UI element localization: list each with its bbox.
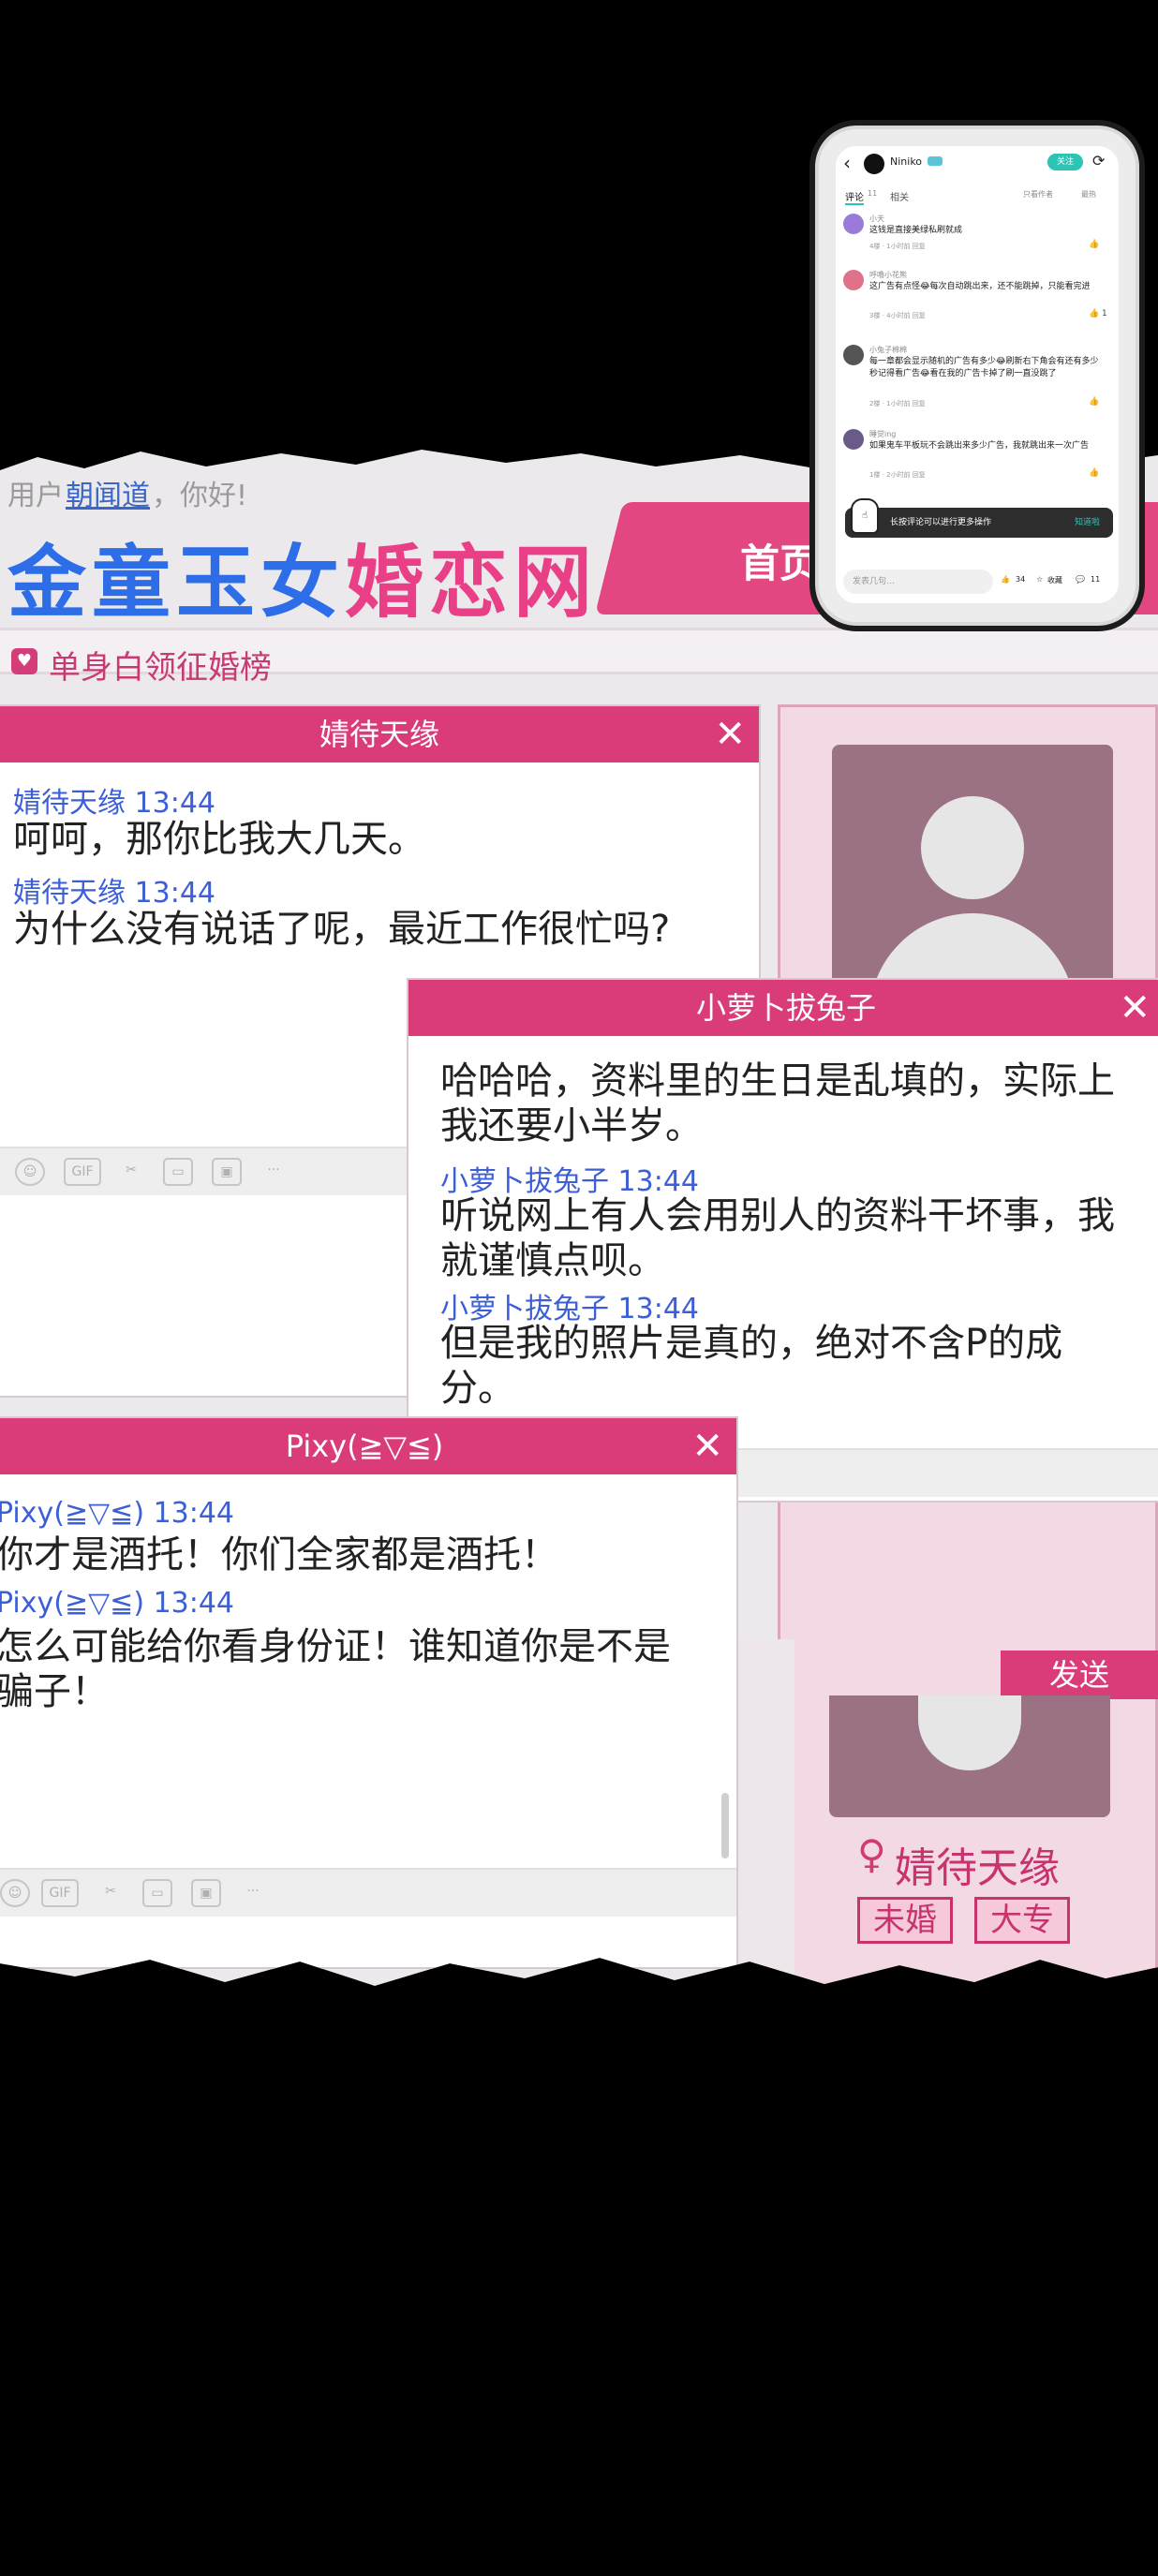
profile-tag: 未婚 <box>857 1897 953 1944</box>
gif-icon[interactable]: GIF <box>64 1158 101 1186</box>
chat-toolbar: ☺ GIF ✂ ▭ ▣ ··· <box>0 1868 736 1917</box>
comment-text: 如果鬼车平板玩不会跳出来多少广告，我就跳出来一次广告 <box>869 441 1090 451</box>
comment-meta[interactable]: 2楼 · 1小时前 回复 <box>869 399 926 408</box>
username-link[interactable]: 朝闻道 <box>66 480 150 512</box>
close-icon[interactable]: ✕ <box>1119 985 1151 1030</box>
ranking-label[interactable]: 单身白领征婚榜 <box>49 642 272 688</box>
profile-photo[interactable] <box>829 1695 1110 1817</box>
toast: 长按评论可以进行更多操作 知道啦 <box>845 508 1113 538</box>
comment-text: 每一章都会显示随机的广告有多少😂刷新右下角会有还有多少秒记得看广告😂看在我的广告… <box>869 357 1099 378</box>
message-text: 呵呵，那你比我大几天。 <box>13 818 425 861</box>
like-count: 1 <box>1102 309 1107 318</box>
chat-window: Pixy(≧▽≦) ✕ Pixy(≧▽≦) 13:44 你才是酒托！你们全家都是… <box>0 1416 738 1969</box>
like-icon[interactable]: 👍 <box>1001 575 1010 584</box>
follow-button[interactable]: 关注 <box>1047 154 1083 170</box>
like-icon[interactable]: 👍 <box>1089 309 1099 318</box>
phone-frame: ‹ Niniko 关注 ⟳ 评论 11 相关 只看作者 最热 小天 这钱是直接美… <box>815 126 1139 626</box>
message-text: 但是我的照片是真的，绝对不含P的成分。 <box>440 1322 1063 1410</box>
message-text: 怎么可能给你看身份证！谁知道你是不是骗子！ <box>0 1625 671 1713</box>
profile-name: 婧待天缘 <box>895 1844 1060 1892</box>
author-name[interactable]: Niniko <box>890 155 922 168</box>
gif-icon[interactable]: GIF <box>41 1879 79 1907</box>
toast-text: 长按评论可以进行更多操作 <box>890 518 992 527</box>
level-badge-icon <box>928 156 943 166</box>
image-icon[interactable]: ▣ <box>191 1879 221 1907</box>
message-meta: Pixy(≧▽≦) 13:44 <box>0 1497 235 1530</box>
greeting-prefix: 用户 <box>7 480 64 512</box>
message-meta: Pixy(≧▽≦) 13:44 <box>0 1587 235 1620</box>
scissors-icon[interactable]: ✂ <box>116 1158 146 1186</box>
send-button[interactable]: 发送 <box>1001 1651 1158 1699</box>
message-meta: 婧待天缘 13:44 <box>13 877 215 910</box>
like-icon[interactable]: 👍 <box>1089 468 1099 478</box>
comment-text: 这钱是直接美绿私刷就成 <box>869 226 963 235</box>
message-text: 听说网上有人会用别人的资料干坏事，我就谨慎点呗。 <box>440 1194 1115 1282</box>
profile-photo[interactable] <box>832 745 1113 1016</box>
more-icon[interactable]: ··· <box>259 1158 289 1186</box>
like-total: 34 <box>1016 575 1026 584</box>
chat-title: Pixy(≧▽≦) <box>0 1418 736 1474</box>
comment-text: 这广告有点怪😂每次自动跳出来，还不能跳掉，只能看完进 <box>869 282 1091 291</box>
avatar-placeholder-head <box>921 796 1024 899</box>
emoji-icon[interactable]: ☺ <box>15 1158 45 1186</box>
avatar[interactable] <box>843 345 864 365</box>
folder-icon[interactable]: ▭ <box>163 1158 193 1186</box>
profile-card: ♀ 婧待天缘 未婚 大专 <box>778 1695 1158 1976</box>
heart-icon: ♥ <box>11 648 37 674</box>
phone-screen: ‹ Niniko 关注 ⟳ 评论 11 相关 只看作者 最热 小天 这钱是直接美… <box>836 146 1119 603</box>
comment-input[interactable]: 发表几句… <box>843 570 993 594</box>
profile-tag: 大专 <box>974 1897 1070 1944</box>
website-scene: 用户朝闻道，你好! 金童玉女婚恋网 首页 ♥ 单身白领征婚榜 婧待天缘 ✕ 婧待… <box>0 450 1158 1986</box>
commenter-name[interactable]: 小天 <box>869 214 884 224</box>
tab-comments[interactable]: 评论 <box>845 189 864 205</box>
home-tab-label[interactable]: 首页 <box>740 532 819 589</box>
comment-icon[interactable]: 💬 <box>1076 575 1085 584</box>
scissors-icon[interactable]: ✂ <box>96 1879 126 1907</box>
back-icon[interactable]: ‹ <box>843 152 851 174</box>
greeting-suffix: ，你好! <box>152 480 248 512</box>
message-text: 为什么没有说话了呢，最近工作很忙吗? <box>13 908 671 951</box>
sort-hot[interactable]: 最热 <box>1081 189 1096 200</box>
share-icon[interactable]: ⟳ <box>1092 152 1105 170</box>
emoji-icon[interactable]: ☺ <box>0 1879 30 1907</box>
commenter-name[interactable]: 小兔子棉棉 <box>869 345 907 355</box>
author-only-filter[interactable]: 只看作者 <box>1023 189 1053 200</box>
comment-count: 11 <box>868 189 878 198</box>
collect-label[interactable]: 收藏 <box>1047 575 1062 585</box>
female-icon: ♀ <box>857 1831 886 1877</box>
message-meta: 婧待天缘 13:44 <box>13 787 215 820</box>
commenter-name[interactable]: 呼噜小花熊 <box>869 270 907 280</box>
avatar-placeholder-head <box>918 1695 1021 1770</box>
close-icon[interactable]: ✕ <box>691 1424 723 1469</box>
close-icon[interactable]: ✕ <box>714 712 746 757</box>
tab-related[interactable]: 相关 <box>890 189 909 203</box>
site-logo[interactable]: 金童玉女婚恋网 <box>7 520 598 633</box>
logo-pink-part: 婚恋网 <box>345 537 599 629</box>
comment-meta[interactable]: 4楼 · 1小时前 回复 <box>869 242 926 251</box>
avatar[interactable] <box>843 214 864 234</box>
star-icon[interactable]: ☆ <box>1036 575 1043 584</box>
comment-total: 11 <box>1091 575 1101 584</box>
comment-meta[interactable]: 1楼 · 2小时前 回复 <box>869 470 926 480</box>
commenter-name[interactable]: 睡觉ing <box>869 429 896 439</box>
author-avatar[interactable] <box>864 154 884 174</box>
logo-blue-part: 金童玉女 <box>7 537 346 629</box>
message-text: 哈哈哈，资料里的生日是乱填的，实际上我还要小半岁。 <box>440 1059 1115 1147</box>
more-icon[interactable]: ··· <box>238 1879 268 1907</box>
like-icon[interactable]: 👍 <box>1089 240 1099 249</box>
hand-pointer-icon: ☝ <box>851 498 879 534</box>
like-icon[interactable]: 👍 <box>1089 397 1099 407</box>
image-icon[interactable]: ▣ <box>212 1158 242 1186</box>
toast-dismiss-button[interactable]: 知道啦 <box>1075 508 1100 538</box>
chat-title: 婧待天缘 <box>0 706 759 762</box>
avatar[interactable] <box>843 429 864 450</box>
comment-meta[interactable]: 3楼 · 4小时前 回复 <box>869 311 926 320</box>
scrollbar[interactable] <box>721 1793 729 1858</box>
chat-title: 小萝卜拔兔子 <box>408 980 1158 1036</box>
message-text: 你才是酒托！你们全家都是酒托！ <box>0 1533 558 1577</box>
site-greeting: 用户朝闻道，你好! <box>7 472 247 513</box>
folder-icon[interactable]: ▭ <box>142 1879 172 1907</box>
avatar[interactable] <box>843 270 864 290</box>
